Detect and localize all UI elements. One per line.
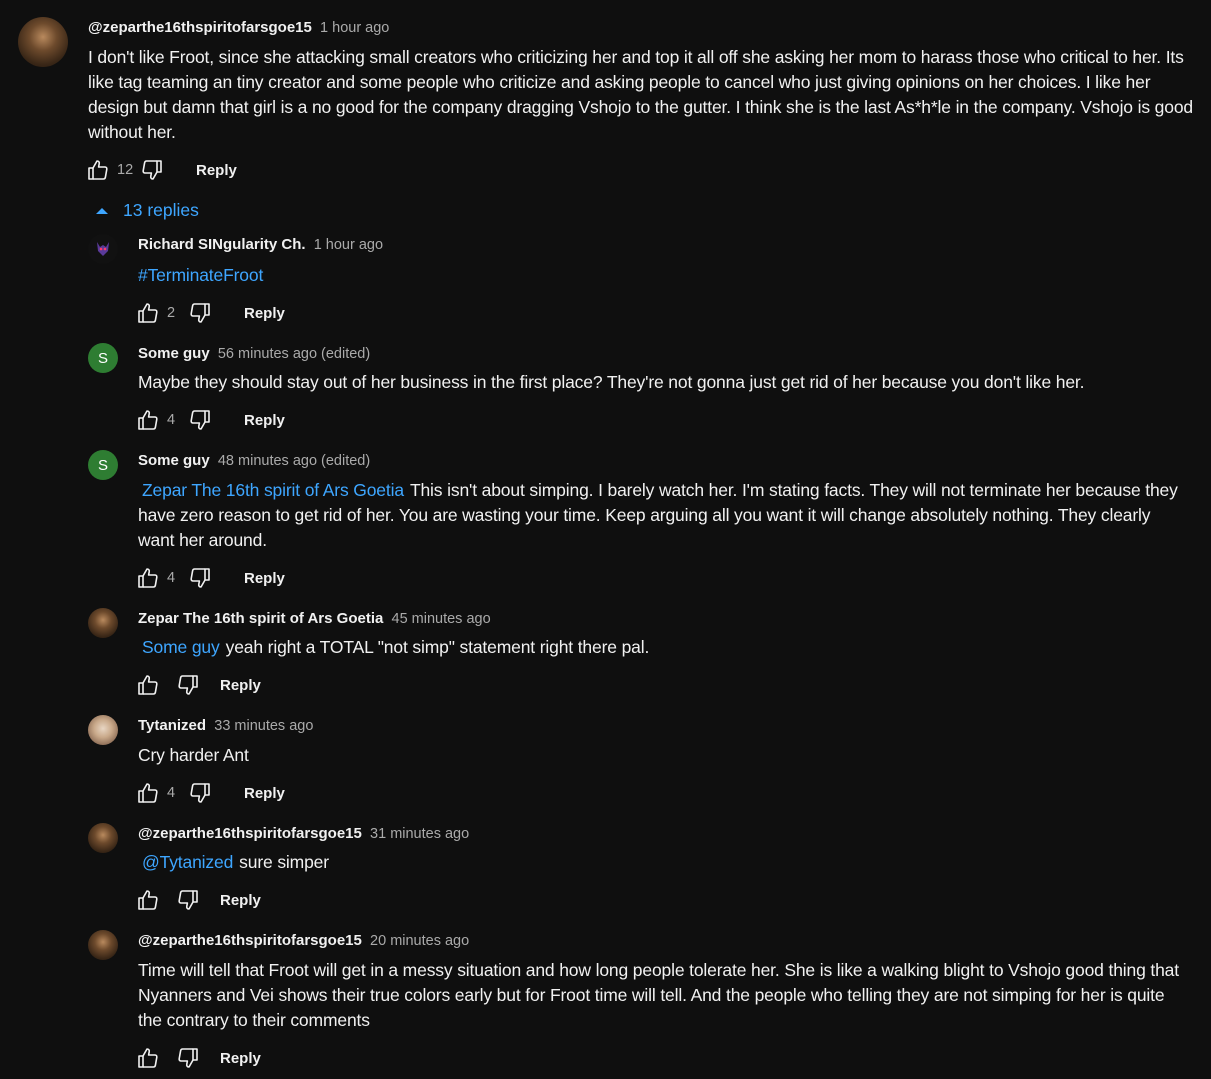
thumbs-up-icon[interactable] (135, 887, 161, 913)
timestamp[interactable]: 45 minutes ago (392, 611, 491, 627)
comment-text: @Tytanized sure simper (138, 850, 1183, 875)
thumbs-up-icon[interactable] (85, 157, 111, 183)
comment-actions: 4 Reply (135, 780, 285, 806)
comment-header: Some guy 48 minutes ago (edited) (138, 452, 370, 469)
mention-link[interactable]: Some guy (142, 637, 220, 657)
reply-button[interactable]: Reply (196, 162, 237, 179)
comment-text: Zepar The 16th spirit of Ars Goetia This … (138, 478, 1183, 553)
comment-actions: Reply (135, 672, 261, 698)
author-name[interactable]: @zeparthe16thspiritofarsgoe15 (138, 932, 362, 949)
avatar[interactable]: S (88, 450, 118, 480)
hashtag-link[interactable]: #TerminateFroot (138, 265, 263, 285)
comment-actions: Reply (135, 887, 261, 913)
timestamp[interactable]: 20 minutes ago (370, 933, 469, 949)
avatar[interactable] (18, 17, 68, 67)
avatar[interactable] (88, 930, 118, 960)
timestamp[interactable]: 48 minutes ago (edited) (218, 453, 370, 469)
thumbs-up-icon[interactable] (135, 1045, 161, 1071)
reply-button[interactable]: Reply (220, 1050, 261, 1067)
reply-button[interactable]: Reply (220, 677, 261, 694)
author-name[interactable]: Some guy (138, 345, 210, 362)
comment-text: I don't like Froot, since she attacking … (88, 47, 1193, 142)
like-count: 4 (167, 570, 176, 586)
comment-header: @zeparthe16thspiritofarsgoe15 31 minutes… (138, 825, 469, 842)
timestamp[interactable]: 31 minutes ago (370, 826, 469, 842)
comment-actions: 12 Reply (85, 157, 237, 183)
author-name[interactable]: Zepar The 16th spirit of Ars Goetia (138, 610, 383, 627)
comment-text: Time will tell that Froot will get in a … (138, 960, 1179, 1030)
avatar[interactable] (88, 234, 118, 264)
comment-text: Some guy yeah right a TOTAL "not simp" st… (138, 635, 1183, 660)
reply-button[interactable]: Reply (244, 305, 285, 322)
avatar[interactable] (88, 823, 118, 853)
reply-button[interactable]: Reply (220, 892, 261, 909)
thumbs-up-icon[interactable] (135, 672, 161, 698)
thumbs-down-icon[interactable] (139, 157, 165, 183)
comment-header: Zepar The 16th spirit of Ars Goetia 45 m… (138, 610, 491, 627)
replies-toggle[interactable]: 13 replies (94, 200, 199, 221)
timestamp[interactable]: 33 minutes ago (214, 718, 313, 734)
thumbs-down-icon[interactable] (187, 407, 213, 433)
comment-header: Some guy 56 minutes ago (edited) (138, 345, 370, 362)
thumbs-up-icon[interactable] (135, 300, 161, 326)
like-count: 2 (167, 305, 176, 321)
comment-actions: 4 Reply (135, 565, 285, 591)
author-name[interactable]: Tytanized (138, 717, 206, 734)
author-name[interactable]: @zeparthe16thspiritofarsgoe15 (138, 825, 362, 842)
mention-link[interactable]: Zepar The 16th spirit of Ars Goetia (142, 480, 404, 500)
timestamp[interactable]: 1 hour ago (320, 20, 389, 36)
reply-button[interactable]: Reply (244, 785, 285, 802)
comment-text: Maybe they should stay out of her busine… (138, 372, 1085, 392)
avatar[interactable]: S (88, 343, 118, 373)
author-name[interactable]: Richard SINgularity Ch. (138, 236, 306, 253)
comment-header: Richard SINgularity Ch. 1 hour ago (138, 236, 383, 253)
replies-count: 13 replies (123, 200, 199, 220)
comment-actions: 2 Reply (135, 300, 285, 326)
thumbs-down-icon[interactable] (187, 780, 213, 806)
comment-actions: 4 Reply (135, 407, 285, 433)
timestamp[interactable]: 1 hour ago (314, 237, 383, 253)
comment-actions: Reply (135, 1045, 261, 1071)
reply-button[interactable]: Reply (244, 570, 285, 587)
like-count: 4 (167, 412, 176, 428)
like-count: 4 (167, 785, 176, 801)
reply-body: sure simper (239, 852, 329, 872)
thumbs-down-icon[interactable] (175, 672, 201, 698)
reply-body: yeah right a TOTAL "not simp" statement … (225, 637, 650, 657)
mention-link[interactable]: @Tytanized (142, 852, 233, 872)
comment-header: @zeparthe16thspiritofarsgoe15 20 minutes… (138, 932, 469, 949)
chevron-up-icon (94, 205, 110, 217)
thumbs-up-icon[interactable] (135, 565, 161, 591)
author-name[interactable]: @zeparthe16thspiritofarsgoe15 (88, 19, 312, 36)
avatar[interactable] (88, 715, 118, 745)
thumbs-down-icon[interactable] (187, 565, 213, 591)
reply-button[interactable]: Reply (244, 412, 285, 429)
thumbs-up-icon[interactable] (135, 407, 161, 433)
comment-header: Tytanized 33 minutes ago (138, 717, 313, 734)
avatar[interactable] (88, 608, 118, 638)
comment-header: @zeparthe16thspiritofarsgoe15 1 hour ago (88, 19, 389, 36)
thumbs-down-icon[interactable] (175, 1045, 201, 1071)
author-name[interactable]: Some guy (138, 452, 210, 469)
timestamp[interactable]: 56 minutes ago (edited) (218, 346, 370, 362)
comment-text: #TerminateFroot (138, 263, 1188, 288)
thumbs-up-icon[interactable] (135, 780, 161, 806)
thumbs-down-icon[interactable] (175, 887, 201, 913)
thumbs-down-icon[interactable] (187, 300, 213, 326)
like-count: 12 (117, 162, 134, 178)
comment-text: Cry harder Ant (138, 745, 249, 765)
